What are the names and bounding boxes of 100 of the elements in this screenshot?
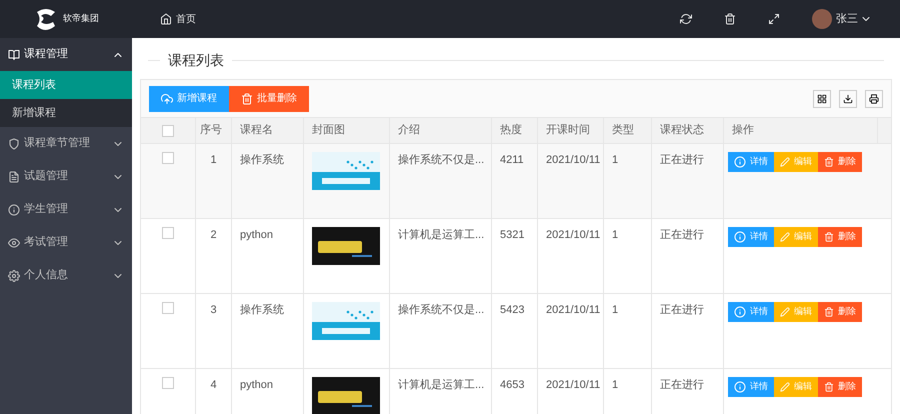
columns-button[interactable] (813, 90, 831, 108)
table-cell: 计算机是运算工... (398, 229, 484, 241)
table-cell: 2021/10/11 (546, 304, 600, 316)
sidebar-submenu-item[interactable]: 新增课程 (0, 99, 132, 127)
trash-icon (824, 157, 834, 167)
details-button[interactable]: 详情 (728, 152, 774, 172)
shield-icon (8, 138, 20, 150)
row-checkbox[interactable] (162, 152, 174, 164)
column-header: 介绍 (390, 118, 492, 143)
grid-icon (817, 94, 827, 104)
refresh-icon[interactable] (680, 13, 692, 25)
add-course-button[interactable]: 新增课程 (149, 86, 229, 112)
export-button[interactable] (839, 90, 857, 108)
table-cell: 5321 (500, 229, 524, 241)
details-button[interactable]: 详情 (728, 302, 774, 322)
avatar (812, 9, 832, 29)
info-icon (8, 204, 20, 216)
table-cell: python (240, 229, 274, 241)
select-all-checkbox[interactable] (162, 124, 174, 136)
batch-delete-button[interactable]: 批量删除 (229, 86, 309, 112)
pencil-icon (780, 232, 790, 242)
table-cell: 1 (612, 304, 618, 316)
home-tab[interactable]: 首页 (160, 12, 196, 26)
table-cell: 操作系统不仅是... (398, 304, 484, 316)
trash-icon (824, 307, 834, 317)
upload-icon (161, 92, 173, 104)
table-cell: 1 (612, 229, 618, 241)
delete-button[interactable]: 删除 (818, 377, 862, 397)
edit-button[interactable]: 编辑 (774, 152, 818, 172)
table-cell: 计算机是运算工... (398, 379, 484, 391)
home-icon (160, 13, 172, 25)
table-cell: 正在进行 (660, 154, 704, 166)
table-cell: 5423 (500, 304, 524, 316)
gear-icon (8, 270, 20, 282)
column-header: 类型 (604, 118, 652, 143)
sidebar-menu-item[interactable]: 考试管理 (0, 226, 132, 259)
row-checkbox[interactable] (162, 227, 174, 239)
trash-icon (241, 92, 253, 104)
trash-icon (824, 382, 834, 392)
user-menu[interactable]: 张三 (836, 10, 872, 28)
delete-button[interactable]: 删除 (818, 152, 862, 172)
column-header: 操作 (724, 118, 878, 143)
trash-icon (824, 232, 834, 242)
details-button[interactable]: 详情 (728, 377, 774, 397)
pencil-icon (780, 382, 790, 392)
sidebar-submenu-item[interactable]: 课程列表 (0, 71, 132, 99)
edit-button[interactable]: 编辑 (774, 227, 818, 247)
pencil-icon (780, 157, 790, 167)
details-button[interactable]: 详情 (728, 227, 774, 247)
info-icon (734, 306, 746, 318)
sidebar-menu-item[interactable]: 学生管理 (0, 193, 132, 226)
info-icon (734, 231, 746, 243)
table-cell: 3 (210, 304, 217, 316)
pencil-icon (780, 307, 790, 317)
trash-icon[interactable] (724, 13, 736, 25)
page-title: 课程列表 (168, 51, 224, 70)
row-checkbox[interactable] (162, 302, 174, 314)
table-cell: 操作系统 (240, 154, 284, 166)
info-icon (734, 381, 746, 393)
table-cell: 4211 (500, 154, 524, 166)
table-cell: 2 (210, 229, 217, 241)
table-cell: 1 (210, 154, 217, 166)
table-cell: 1 (612, 379, 618, 391)
cover-image-drawing (312, 302, 380, 340)
edit-button[interactable]: 编辑 (774, 302, 818, 322)
edit-button[interactable]: 编辑 (774, 377, 818, 397)
document-icon (8, 170, 20, 182)
table-cell: 2021/10/11 (546, 154, 600, 166)
table-cell: python (240, 379, 274, 391)
sidebar-menu-item[interactable]: 课程管理 (0, 38, 132, 71)
table-cell: 正在进行 (660, 304, 704, 316)
fullscreen-icon[interactable] (768, 13, 780, 25)
delete-button[interactable]: 删除 (818, 302, 862, 322)
column-header: 热度 (492, 118, 538, 143)
sidebar-menu-item[interactable]: 课程章节管理 (0, 127, 132, 160)
delete-button[interactable]: 删除 (818, 227, 862, 247)
column-header: 序号 (196, 118, 232, 143)
sidebar-menu-item[interactable]: 试题管理 (0, 160, 132, 193)
sidebar-menu-item[interactable]: 个人信息 (0, 259, 132, 292)
print-icon (869, 94, 879, 104)
cover-image-drawing (312, 377, 380, 414)
info-icon (734, 156, 746, 168)
table-cell: 2021/10/11 (546, 229, 600, 241)
table-cell: 4653 (500, 379, 524, 391)
column-header: 开课时间 (538, 118, 604, 143)
download-icon (843, 94, 853, 104)
logo-text: 软帝集团 (63, 12, 99, 26)
print-button[interactable] (865, 90, 883, 108)
table-cell: 2021/10/11 (546, 379, 600, 391)
book-icon (8, 48, 20, 60)
table-cell: 正在进行 (660, 229, 704, 241)
column-header: 封面图 (304, 118, 390, 143)
table-cell: 1 (612, 154, 618, 166)
column-header: 课程状态 (652, 118, 724, 143)
table-cell: 操作系统 (240, 304, 284, 316)
cover-image-drawing (312, 152, 380, 190)
table-cell: 操作系统不仅是... (398, 154, 484, 166)
column-header: 课程名 (232, 118, 304, 143)
row-checkbox[interactable] (162, 377, 174, 389)
eye-icon (8, 236, 20, 248)
